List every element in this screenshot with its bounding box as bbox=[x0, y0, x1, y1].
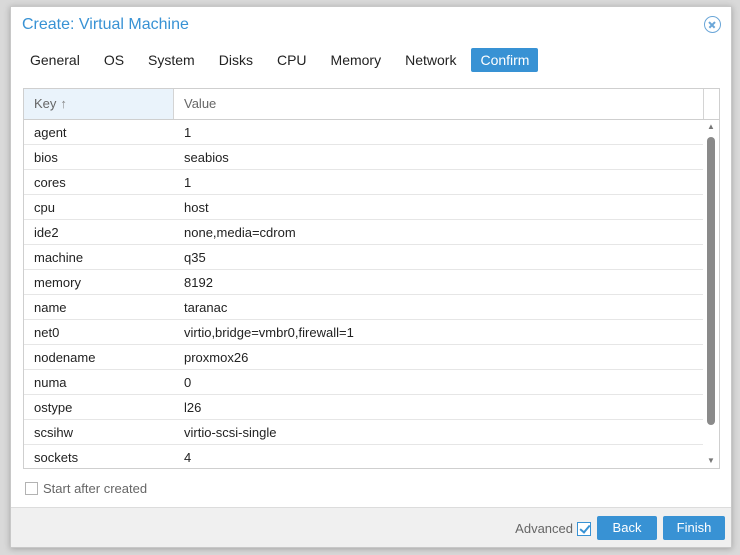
column-header-key-label: Key bbox=[34, 96, 57, 111]
row-key: memory bbox=[34, 275, 81, 290]
wizard-tabs: General OS System Disks CPU Memory Network Conf… bbox=[21, 48, 544, 72]
dialog-titlebar: Create: Virtual Machine bbox=[11, 7, 731, 45]
scroll-down-arrow-icon[interactable]: ▼ bbox=[703, 454, 719, 468]
table-row[interactable]: memory 8192 bbox=[24, 270, 704, 295]
row-value: none,media=cdrom bbox=[184, 225, 296, 240]
row-key: agent bbox=[34, 125, 67, 140]
tab-system[interactable]: System bbox=[139, 48, 204, 72]
row-key: machine bbox=[34, 250, 84, 265]
row-value: q35 bbox=[184, 250, 206, 265]
table-row[interactable]: bios seabios bbox=[24, 145, 704, 170]
tab-network[interactable]: Network bbox=[396, 48, 465, 72]
scrollbar-thumb[interactable] bbox=[707, 137, 715, 425]
column-header-value[interactable]: Value bbox=[174, 89, 704, 119]
tab-memory[interactable]: Memory bbox=[322, 48, 391, 72]
table-row[interactable]: sockets 4 bbox=[24, 445, 704, 468]
confirm-grid: Key ↑ Value agent 1 bios seabios cores 1 cpu hos… bbox=[23, 88, 720, 469]
table-row[interactable]: cores 1 bbox=[24, 170, 704, 195]
row-value: 8192 bbox=[184, 275, 213, 290]
row-key: scsihw bbox=[34, 425, 74, 440]
start-after-created-label: Start after created bbox=[43, 480, 148, 496]
row-value: 1 bbox=[184, 175, 192, 190]
row-value: seabios bbox=[184, 150, 229, 165]
table-row[interactable]: ide2 none,media=cdrom bbox=[24, 220, 704, 245]
tab-confirm[interactable]: Confirm bbox=[471, 48, 539, 72]
tab-general[interactable]: General bbox=[21, 48, 89, 72]
scroll-up-arrow-icon[interactable]: ▲ bbox=[703, 120, 719, 134]
table-row[interactable]: ostype l26 bbox=[24, 395, 704, 420]
row-value: host bbox=[184, 200, 209, 215]
create-vm-dialog: Create: Virtual Machine General OS System D… bbox=[10, 6, 732, 548]
column-header-key[interactable]: Key ↑ bbox=[24, 89, 174, 119]
finish-button[interactable]: Finish bbox=[663, 516, 725, 540]
grid-scrollbar[interactable]: ▲ ▼ bbox=[703, 120, 719, 468]
dialog-footer: Advanced Back Finish bbox=[11, 507, 731, 547]
dialog-title: Create: Virtual Machine bbox=[22, 16, 189, 33]
table-row[interactable]: numa 0 bbox=[24, 370, 704, 395]
advanced-toggle[interactable]: Advanced bbox=[515, 521, 591, 536]
sort-ascending-arrow-icon: ↑ bbox=[60, 96, 67, 111]
row-key: bios bbox=[34, 150, 58, 165]
back-button[interactable]: Back bbox=[597, 516, 657, 540]
checkbox-icon[interactable] bbox=[25, 481, 38, 495]
grid-header: Key ↑ Value bbox=[24, 89, 719, 120]
checkmark-icon[interactable] bbox=[577, 521, 591, 536]
row-key: name bbox=[34, 300, 67, 315]
row-key: numa bbox=[34, 375, 67, 390]
row-value: 0 bbox=[184, 375, 192, 390]
table-row[interactable]: machine q35 bbox=[24, 245, 704, 270]
row-value: virtio-scsi-single bbox=[184, 425, 277, 440]
row-key: cpu bbox=[34, 200, 55, 215]
table-row[interactable]: agent 1 bbox=[24, 120, 704, 145]
row-key: ide2 bbox=[34, 225, 59, 240]
table-row[interactable]: cpu host bbox=[24, 195, 704, 220]
start-after-created-checkbox[interactable]: Start after created bbox=[25, 480, 148, 496]
row-value: l26 bbox=[184, 400, 202, 415]
row-key: nodename bbox=[34, 350, 96, 365]
table-row[interactable]: net0 virtio,bridge=vmbr0,firewall=1 bbox=[24, 320, 704, 345]
tab-cpu[interactable]: CPU bbox=[268, 48, 316, 72]
column-header-value-label: Value bbox=[184, 96, 217, 111]
grid-rows: agent 1 bios seabios cores 1 cpu host ide2 none,m… bbox=[24, 120, 704, 468]
row-value: taranac bbox=[184, 300, 228, 315]
row-value: 1 bbox=[184, 125, 192, 140]
row-key: net0 bbox=[34, 325, 60, 340]
row-key: sockets bbox=[34, 450, 79, 465]
advanced-label: Advanced bbox=[515, 521, 573, 536]
row-value: 4 bbox=[184, 450, 192, 465]
row-key: cores bbox=[34, 175, 66, 190]
table-row[interactable]: scsihw virtio-scsi-single bbox=[24, 420, 704, 445]
table-row[interactable]: nodename proxmox26 bbox=[24, 345, 704, 370]
close-icon[interactable] bbox=[704, 16, 721, 33]
row-key: ostype bbox=[34, 400, 73, 415]
tab-disks[interactable]: Disks bbox=[210, 48, 262, 72]
row-value: proxmox26 bbox=[184, 350, 249, 365]
row-value: virtio,bridge=vmbr0,firewall=1 bbox=[184, 325, 354, 340]
table-row[interactable]: name taranac bbox=[24, 295, 704, 320]
tab-os[interactable]: OS bbox=[95, 48, 133, 72]
